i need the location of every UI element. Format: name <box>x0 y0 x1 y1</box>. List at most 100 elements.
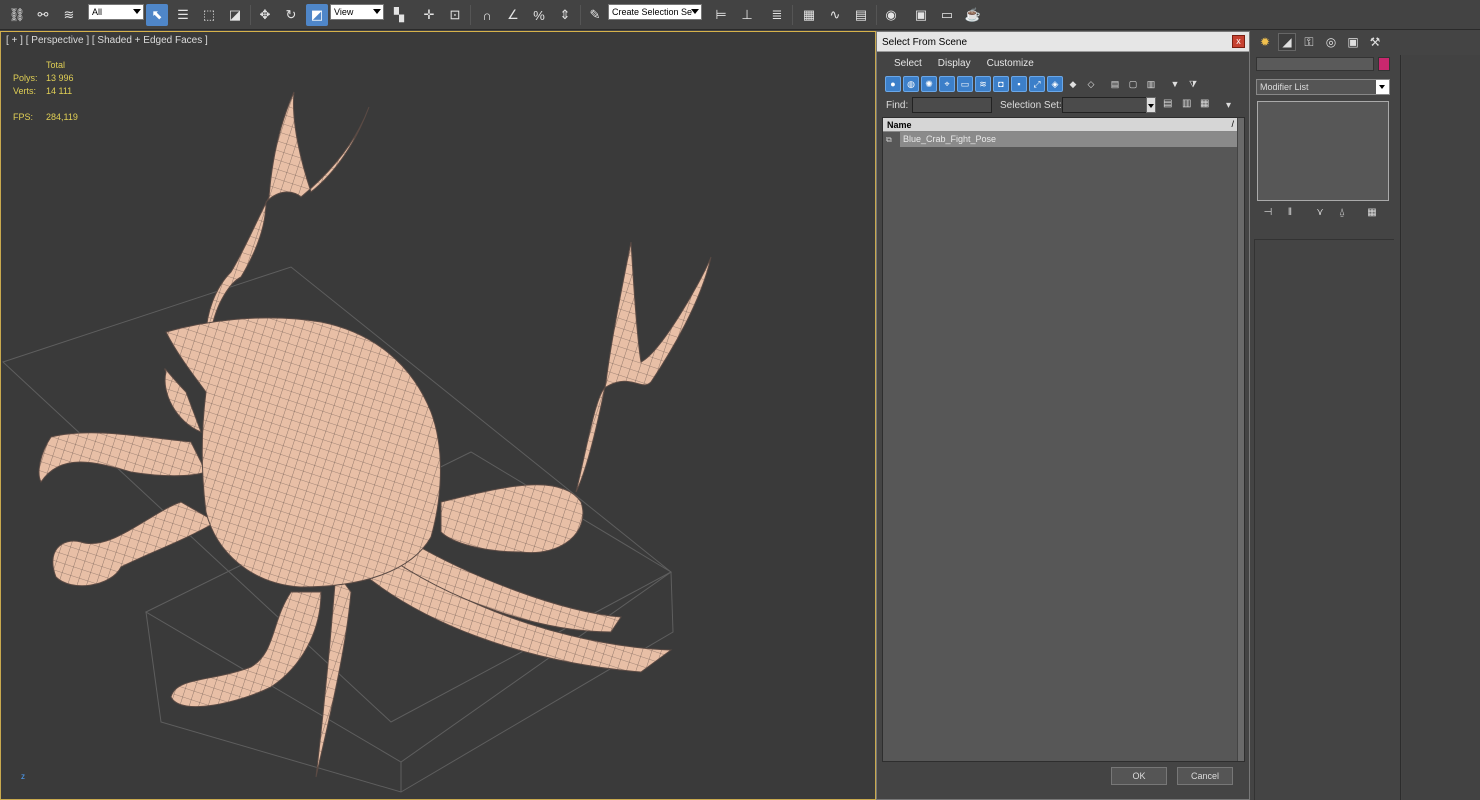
layer-manager-icon[interactable]: ≣ <box>766 4 788 26</box>
modify-icon[interactable]: ◢ <box>1278 33 1296 51</box>
chevron-down-icon <box>691 9 699 14</box>
display-icon[interactable]: ▣ <box>1344 33 1362 51</box>
snaps-toggle-icon[interactable]: ∩ <box>476 4 498 26</box>
display-groups-icon[interactable]: ◘ <box>993 76 1009 92</box>
named-selection-value: Create Selection Se <box>612 7 693 17</box>
utilities-icon[interactable]: ⚒ <box>1366 33 1384 51</box>
find-input[interactable] <box>912 97 992 113</box>
toolbar-divider <box>250 5 251 25</box>
move-icon[interactable]: ✥ <box>254 4 276 26</box>
display-hidden-icon[interactable]: ◇ <box>1083 76 1099 92</box>
modifier-stack[interactable] <box>1257 101 1389 201</box>
column-header-label: Name <box>887 120 912 130</box>
bind-spacewarp-icon[interactable]: ≋ <box>58 4 80 26</box>
mirror-icon[interactable]: ⊨ <box>710 4 732 26</box>
modifier-list-label: Modifier List <box>1260 82 1309 92</box>
command-panel-tabs: ✹ ◢ ⚿ ◎ ▣ ⚒ <box>1256 33 1384 53</box>
keyboard-shortcut-icon[interactable]: ⊡ <box>444 4 466 26</box>
chevron-down-icon <box>373 9 381 14</box>
select-none-icon[interactable]: ▢ <box>1125 76 1141 92</box>
dialog-filter-toolbar: ● ◍ ✺ ⌖ ▭ ≋ ◘ ▪ ⤢ ◈ ◆ ◇ ▤ ▢ ▥ ▼ ⧩ <box>885 76 1201 94</box>
rendered-frame-icon[interactable]: ▭ <box>936 4 958 26</box>
display-xrefs-icon[interactable]: ▪ <box>1011 76 1027 92</box>
select-manipulate-icon[interactable]: ✛ <box>418 4 440 26</box>
chevron-down-icon[interactable] <box>1146 97 1156 113</box>
command-panel-side <box>1402 55 1480 800</box>
menu-customize[interactable]: Customize <box>987 58 1034 69</box>
curve-editor-icon[interactable]: ∿ <box>824 4 846 26</box>
object-color-swatch[interactable] <box>1378 57 1390 71</box>
configure-sets-icon[interactable]: ▦ <box>1364 207 1380 221</box>
object-name-field[interactable] <box>1256 57 1374 71</box>
menu-select[interactable]: Select <box>894 58 922 69</box>
select-invert-icon[interactable]: ▥ <box>1143 76 1159 92</box>
rect-region-icon[interactable]: ⬚ <box>198 4 220 26</box>
close-icon[interactable]: x <box>1232 35 1245 48</box>
collapse-icon[interactable]: ▾ <box>1226 100 1240 114</box>
menu-display[interactable]: Display <box>938 58 971 69</box>
select-object-icon[interactable]: ⬉ <box>146 4 168 26</box>
spinner-snap-icon[interactable]: ⇕ <box>554 4 576 26</box>
scale-icon[interactable]: ◩ <box>306 4 328 26</box>
material-editor-icon[interactable]: ◉ <box>880 4 902 26</box>
remove-from-set-icon[interactable]: ▦ <box>1200 98 1214 112</box>
angle-snap-icon[interactable]: ∠ <box>502 4 524 26</box>
pivot-center-icon[interactable]: ▚ <box>388 4 410 26</box>
filter-icon[interactable]: ▼ <box>1167 76 1183 92</box>
display-helpers-icon[interactable]: ▭ <box>957 76 973 92</box>
named-selection-dropdown[interactable]: Create Selection Se <box>608 4 702 20</box>
cancel-button[interactable]: Cancel <box>1177 767 1233 785</box>
render-setup-icon[interactable]: ▣ <box>910 4 932 26</box>
display-geometry-icon[interactable]: ● <box>885 76 901 92</box>
create-icon[interactable]: ✹ <box>1256 33 1274 51</box>
remove-modifier-icon[interactable]: ⍙ <box>1334 207 1350 221</box>
create-set-icon[interactable]: ▤ <box>1163 98 1177 112</box>
filter-settings-icon[interactable]: ⧩ <box>1185 76 1201 92</box>
verts-value: 14 111 <box>46 86 73 96</box>
render-icon[interactable]: ☕ <box>962 4 984 26</box>
ok-button[interactable]: OK <box>1111 767 1167 785</box>
edit-named-sel-icon[interactable]: ✎ <box>584 4 606 26</box>
list-scrollbar[interactable] <box>1237 118 1244 761</box>
display-bones-icon[interactable]: ⤢ <box>1029 76 1045 92</box>
motion-icon[interactable]: ◎ <box>1322 33 1340 51</box>
reference-coordinate-dropdown[interactable]: View <box>330 4 384 20</box>
stats-header: Total <box>46 60 66 70</box>
make-unique-icon[interactable]: ⋎ <box>1312 207 1328 221</box>
column-header-name[interactable]: Name / <box>883 118 1244 132</box>
modifier-stack-buttons: ⊣ ‖ ⋎ ⍙ ▦ <box>1260 207 1380 221</box>
dialog-menu-bar: Select Display Customize <box>882 54 1034 72</box>
unlink-icon[interactable]: ⚯ <box>32 4 54 26</box>
selection-filter-dropdown[interactable]: All <box>88 4 144 20</box>
link-icon[interactable]: ⛓ <box>6 4 28 26</box>
scene-explorer-icon[interactable]: ▦ <box>798 4 820 26</box>
scene-object-list[interactable]: Name / ⧉ Blue_Crab_Fight_Pose <box>882 117 1245 762</box>
hierarchy-icon[interactable]: ⚿ <box>1300 33 1318 51</box>
list-item[interactable]: ⧉ Blue_Crab_Fight_Pose <box>883 132 1237 147</box>
pin-stack-icon[interactable]: ⊣ <box>1260 207 1276 221</box>
display-containers-icon[interactable]: ◈ <box>1047 76 1063 92</box>
percent-snap-icon[interactable]: % <box>528 4 550 26</box>
align-icon[interactable]: ⊥ <box>736 4 758 26</box>
window-crossing-icon[interactable]: ◪ <box>224 4 246 26</box>
parameters-rollout <box>1254 239 1394 800</box>
add-to-set-icon[interactable]: ▥ <box>1182 98 1196 112</box>
display-lights-icon[interactable]: ✺ <box>921 76 937 92</box>
display-cameras-icon[interactable]: ⌖ <box>939 76 955 92</box>
select-all-icon[interactable]: ▤ <box>1107 76 1123 92</box>
show-end-result-icon[interactable]: ‖ <box>1282 207 1298 221</box>
modifier-list-dropdown[interactable]: Modifier List <box>1256 79 1390 95</box>
display-frozen-icon[interactable]: ◆ <box>1065 76 1081 92</box>
rotate-icon[interactable]: ↻ <box>280 4 302 26</box>
select-by-name-icon[interactable]: ☰ <box>172 4 194 26</box>
viewport-statistics: Total Polys: 13 996 Verts: 14 111 FPS: 284,… <box>13 59 78 124</box>
display-shapes-icon[interactable]: ◍ <box>903 76 919 92</box>
polys-value: 13 996 <box>46 73 74 83</box>
crab-mesh-render <box>2 91 712 793</box>
display-spacewarps-icon[interactable]: ≋ <box>975 76 991 92</box>
perspective-viewport[interactable]: [ + ] [ Perspective ] [ Shaded + Edged F… <box>0 31 876 800</box>
selection-set-dropdown[interactable] <box>1062 97 1154 113</box>
dialog-title[interactable]: Select From Scene <box>877 32 1249 52</box>
viewport-label[interactable]: [ + ] [ Perspective ] [ Shaded + Edged F… <box>6 35 208 46</box>
schematic-view-icon[interactable]: ▤ <box>850 4 872 26</box>
